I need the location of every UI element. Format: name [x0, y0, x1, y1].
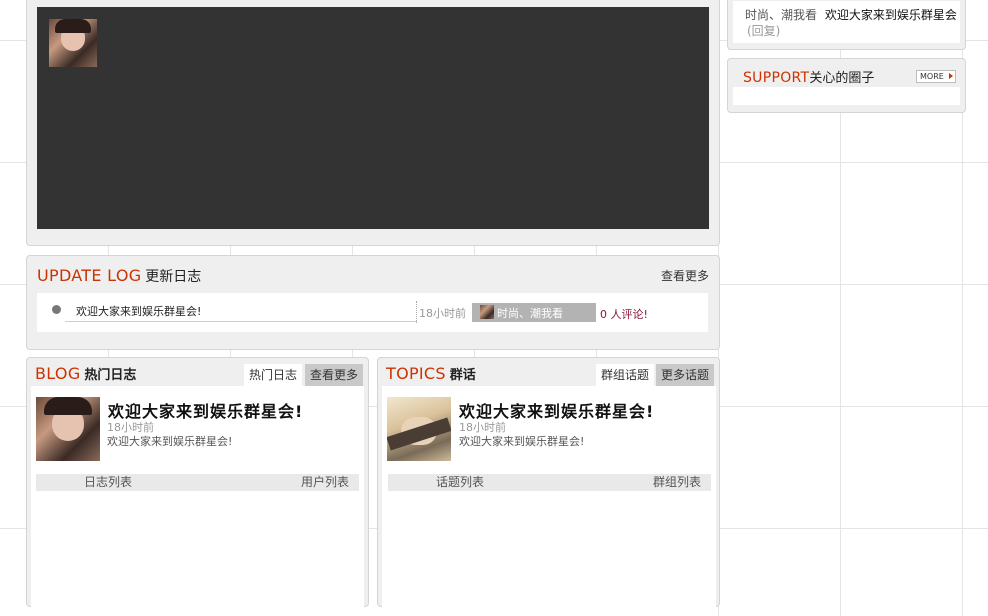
topics-list-bar: 话题列表 群组列表: [388, 474, 711, 491]
side-activity-entry: 时尚、潮我看 欢迎大家来到娱乐群星会 (回复): [745, 7, 957, 39]
user-avatar-photo[interactable]: [49, 19, 97, 67]
update-log-panel: UPDATE LOG 更新日志 查看更多 欢迎大家来到娱乐群星会! 18小时前 …: [26, 255, 720, 350]
topics-title: TOPICS 群话: [386, 364, 476, 383]
blog-list-bar: 日志列表 用户列表: [36, 474, 359, 491]
topic-post-thumbnail[interactable]: [387, 397, 451, 461]
update-log-entry-time: 18小时前: [419, 307, 466, 320]
side-activity-reply[interactable]: (回复): [747, 24, 780, 38]
update-log-title-cn: 更新日志: [145, 269, 202, 285]
blog-list-link[interactable]: 日志列表: [84, 474, 132, 491]
side-activity-user[interactable]: 时尚、潮我看: [745, 8, 817, 22]
topics-title-en: TOPICS: [386, 364, 446, 383]
triangle-right-icon: [949, 73, 953, 79]
topics-content: 欢迎大家来到娱乐群星会! 18小时前 欢迎大家来到娱乐群星会! 话题列表 群组列…: [382, 386, 716, 616]
blog-title: BLOG 热门日志: [35, 364, 136, 383]
tab-hot-blog[interactable]: 热门日志: [244, 364, 303, 386]
tab-topics-more[interactable]: 更多话题: [656, 364, 715, 386]
support-more-label: MORE: [920, 72, 944, 81]
blog-title-cn: 热门日志: [84, 368, 137, 383]
update-log-entry-separator: [416, 301, 417, 323]
update-log-entry-user: 时尚、潮我看: [497, 307, 563, 320]
topics-panel: TOPICS 群话 群组话题 更多话题 欢迎大家来到娱乐群星会! 18小时前 欢…: [377, 357, 720, 616]
update-log-title: UPDATE LOG 更新日志: [37, 266, 201, 286]
support-panel: SUPPORT关心的圈子 MORE: [727, 58, 966, 113]
side-activity-link[interactable]: 欢迎大家来到娱乐群星会: [825, 8, 957, 22]
blog-panel: BLOG 热门日志 热门日志 查看更多 欢迎大家来到娱乐群星会! 18小时前 欢…: [26, 357, 369, 616]
blog-title-en: BLOG: [35, 364, 81, 383]
topic-list-link[interactable]: 话题列表: [436, 474, 484, 491]
update-log-entry: 欢迎大家来到娱乐群星会! 18小时前 时尚、潮我看 0 人评论!: [37, 293, 708, 332]
group-list-link[interactable]: 群组列表: [653, 474, 701, 491]
support-title-en: SUPPORT: [743, 70, 810, 86]
topic-post-desc: 欢迎大家来到娱乐群星会!: [459, 435, 585, 448]
bullet-icon: [52, 305, 61, 314]
tab-blog-more[interactable]: 查看更多: [305, 364, 364, 386]
blog-post-desc: 欢迎大家来到娱乐群星会!: [107, 435, 233, 448]
side-activity-panel: 时尚、潮我看 欢迎大家来到娱乐群星会 (回复): [727, 0, 966, 50]
topics-title-cn: 群话: [449, 368, 476, 383]
update-log-entry-user-badge[interactable]: 时尚、潮我看: [472, 303, 596, 322]
user-list-link[interactable]: 用户列表: [301, 474, 349, 491]
support-title: SUPPORT关心的圈子: [743, 67, 874, 86]
support-more-button[interactable]: MORE: [916, 70, 956, 83]
update-log-more-link[interactable]: 查看更多: [661, 267, 709, 284]
gallery-panel: [26, 0, 720, 246]
update-log-entry-comments[interactable]: 0 人评论!: [600, 306, 648, 322]
update-log-entry-text[interactable]: 欢迎大家来到娱乐群星会!: [76, 303, 201, 319]
support-content: [733, 87, 960, 105]
update-log-title-en: UPDATE LOG: [37, 266, 142, 285]
side-activity-content: 时尚、潮我看 欢迎大家来到娱乐群星会 (回复): [733, 1, 960, 43]
update-log-entry-underline: [65, 321, 417, 322]
user-avatar-small: [480, 305, 494, 319]
tab-group-topics[interactable]: 群组话题: [596, 364, 655, 386]
blog-content: 欢迎大家来到娱乐群星会! 18小时前 欢迎大家来到娱乐群星会! 日志列表 用户列…: [31, 386, 364, 616]
blog-post-thumbnail[interactable]: [36, 397, 100, 461]
update-log-list: 欢迎大家来到娱乐群星会! 18小时前 时尚、潮我看 0 人评论!: [37, 293, 708, 332]
support-title-cn: 关心的圈子: [809, 71, 875, 86]
gallery-viewer: [37, 7, 709, 229]
